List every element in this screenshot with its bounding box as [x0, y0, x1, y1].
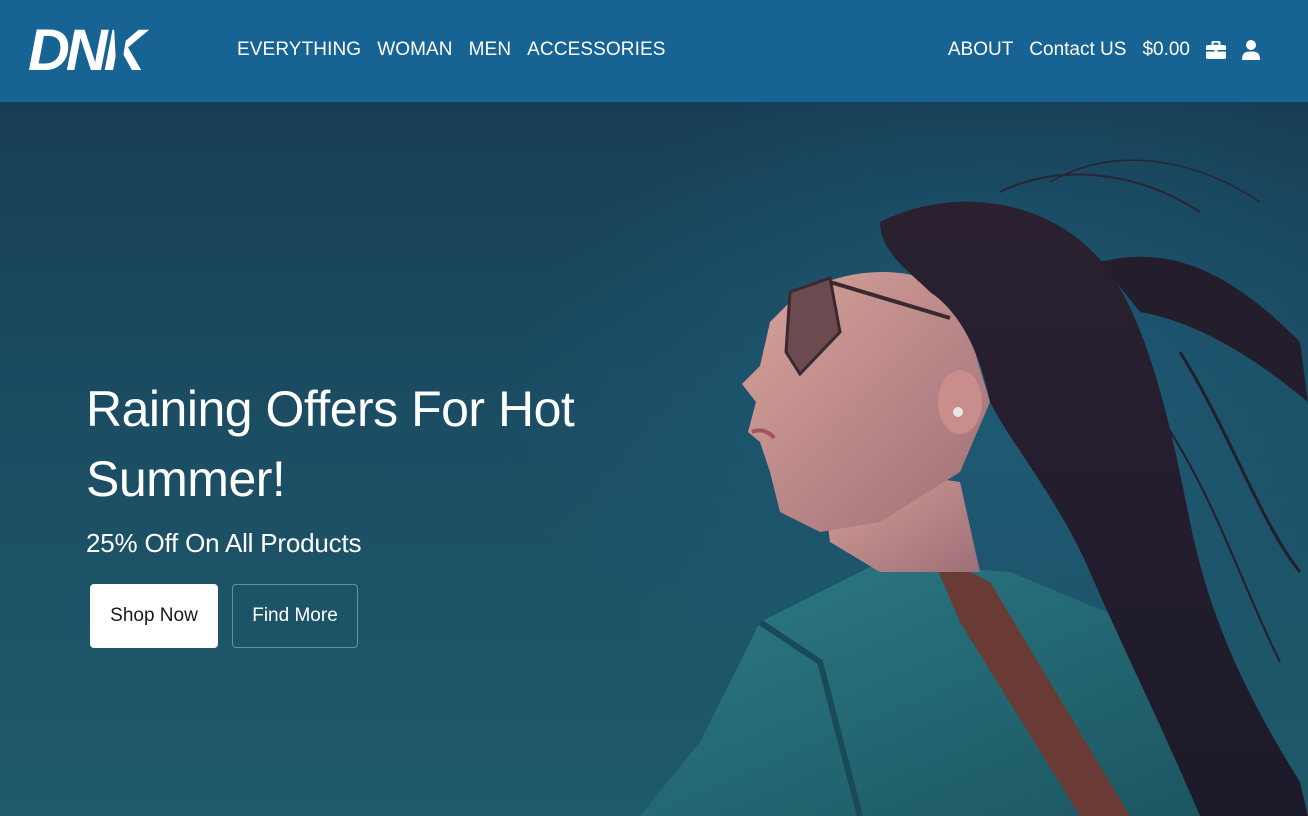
shop-now-button[interactable]: Shop Now: [90, 584, 218, 648]
page: DNK EVERYTHING WOMAN MEN ACCESSORIES ABO…: [0, 0, 1308, 816]
cart-total[interactable]: $0.00: [1142, 39, 1190, 61]
site-header: DNK EVERYTHING WOMAN MEN ACCESSORIES ABO…: [0, 0, 1308, 102]
nav-woman[interactable]: WOMAN: [377, 39, 452, 61]
hero-subtitle: 25% Off On All Products: [86, 528, 362, 558]
nav-contact[interactable]: Contact US: [1029, 39, 1126, 61]
find-more-button[interactable]: Find More: [232, 584, 358, 648]
utility-nav: ABOUT Contact US $0.00: [948, 39, 1260, 61]
main-nav: EVERYTHING WOMAN MEN ACCESSORIES: [237, 39, 666, 61]
nav-about[interactable]: ABOUT: [948, 39, 1013, 61]
logo-text: DNK: [28, 18, 150, 83]
hero-banner: Raining Offers For Hot Summer! 25% Off O…: [0, 102, 1308, 816]
hero-title: Raining Offers For Hot Summer!: [86, 381, 575, 507]
nav-everything[interactable]: EVERYTHING: [237, 39, 361, 61]
hero-text-block: Raining Offers For Hot Summer! 25% Off O…: [86, 374, 606, 559]
nav-accessories[interactable]: ACCESSORIES: [527, 39, 665, 61]
hero-buttons: Shop Now Find More: [90, 584, 358, 648]
briefcase-icon[interactable]: [1206, 41, 1226, 59]
nav-men[interactable]: MEN: [469, 39, 512, 61]
user-icon[interactable]: [1242, 40, 1260, 60]
brand-logo[interactable]: DNK: [28, 16, 184, 84]
